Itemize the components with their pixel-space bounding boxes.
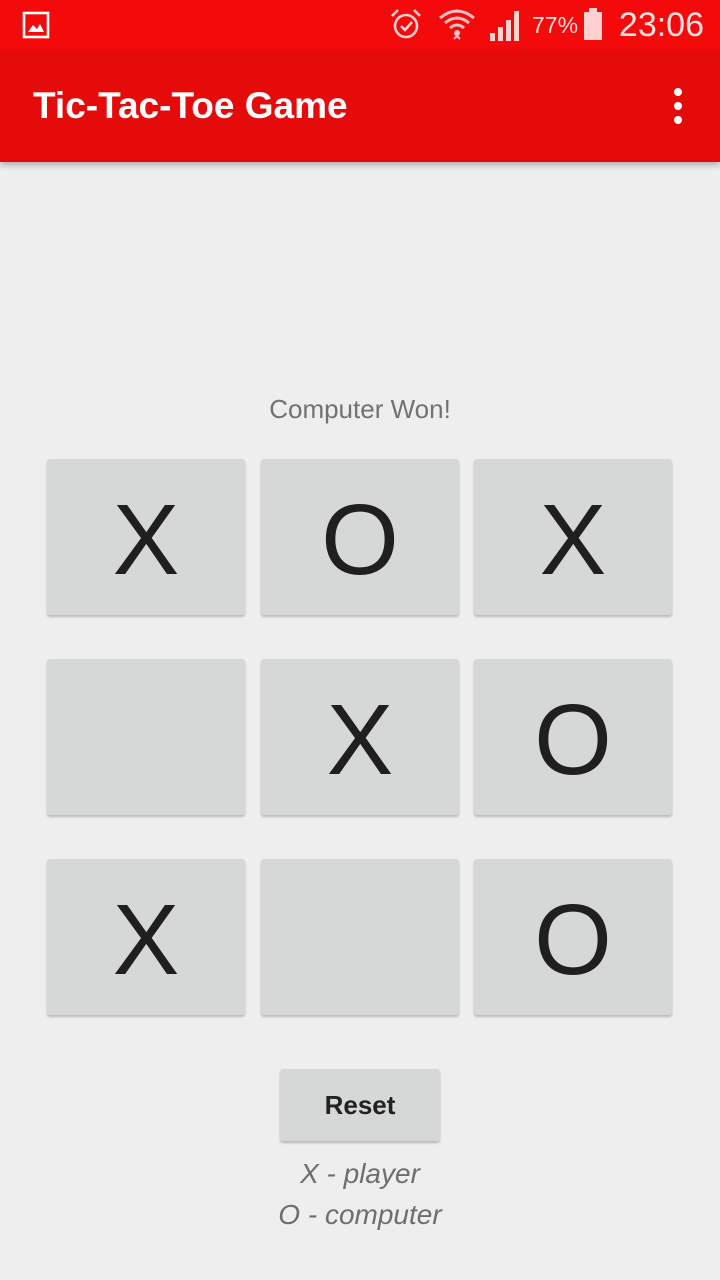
cell-2-2[interactable]: O (474, 859, 672, 1015)
cell-1-2[interactable]: O (474, 659, 672, 815)
clock: 23:06 (618, 6, 704, 44)
cell-0-1[interactable]: O (261, 459, 459, 615)
battery-icon (584, 8, 602, 40)
cell-2-0[interactable]: X (47, 859, 245, 1015)
wifi-icon (439, 9, 475, 40)
app-bar: Tic-Tac-Toe Game (0, 50, 720, 162)
signal-icon (490, 11, 519, 41)
gallery-icon (22, 11, 50, 39)
status-bar: 77% 23:06 (0, 0, 720, 50)
cell-2-1[interactable] (261, 859, 459, 1015)
cell-0-2[interactable]: X (474, 459, 672, 615)
cell-1-0[interactable] (47, 659, 245, 815)
battery-percent: 77% (532, 12, 579, 38)
overflow-menu-icon[interactable] (666, 86, 690, 126)
alarm-icon (391, 9, 421, 39)
cell-1-1[interactable]: X (261, 659, 459, 815)
reset-button[interactable]: Reset (280, 1069, 440, 1141)
legend-player: X - player (300, 1158, 420, 1189)
legend-computer: O - computer (278, 1199, 442, 1230)
game-status: Computer Won! (269, 394, 451, 424)
cell-0-0[interactable]: X (47, 459, 245, 615)
app-title: Tic-Tac-Toe Game (33, 85, 348, 126)
